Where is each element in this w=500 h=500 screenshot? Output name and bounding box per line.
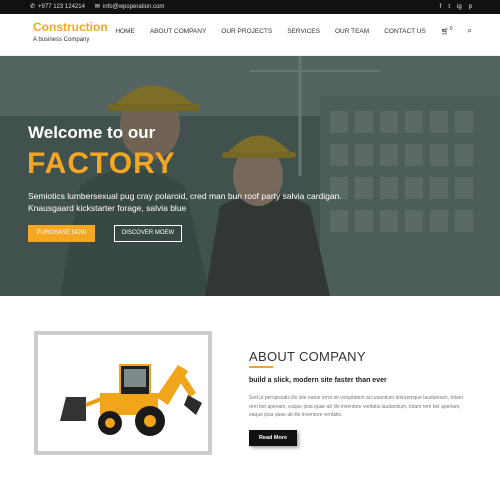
nav-home[interactable]: HOME: [115, 28, 135, 35]
brand-tagline: A business Company: [33, 37, 90, 43]
email-icon: ✉: [94, 4, 100, 10]
hero-welcome: Welcome to our: [28, 123, 156, 142]
top-bar: ✆ +977 123 124214 ✉ info@wpoperation.com…: [0, 0, 500, 14]
email-item[interactable]: ✉ info@wpoperation.com: [94, 3, 165, 11]
twitter-icon[interactable]: t: [448, 2, 450, 12]
about-title-underline: [249, 366, 273, 368]
site-header: Construction A business Company HOME ABO…: [0, 14, 500, 56]
instagram-icon[interactable]: ig: [457, 2, 462, 12]
brand-name[interactable]: Construction: [33, 20, 108, 34]
purchase-now-button[interactable]: PURCHASE NOW: [28, 225, 95, 242]
cart-count: 0: [449, 26, 453, 33]
about-text: Sed ut perspiciatis illo iste natue erro…: [249, 395, 463, 418]
phone-item[interactable]: ✆ +977 123 124214: [30, 3, 85, 11]
pinterest-icon[interactable]: p: [469, 2, 472, 12]
read-more-button[interactable]: Read More: [249, 430, 297, 446]
phone-icon: ✆: [30, 4, 36, 10]
about-subtitle: build a slick, modern site faster than e…: [249, 377, 387, 384]
main-nav: HOME ABOUT COMPANY OUR PROJECTS SERVICES…: [115, 26, 472, 36]
about-title: ABOUT COMPANY: [249, 349, 366, 364]
about-image-frame: [34, 331, 212, 455]
nav-our-team[interactable]: OUR TEAM: [335, 28, 369, 35]
contact-info: ✆ +977 123 124214 ✉ info@wpoperation.com: [30, 3, 165, 11]
email-text: info@wpoperation.com: [102, 3, 165, 10]
nav-services[interactable]: SERVICES: [287, 28, 320, 35]
cart-icon: 🛒︎: [440, 28, 450, 36]
discover-button[interactable]: DISCOVER MOEW: [114, 225, 182, 242]
hero-banner: Welcome to our FACTORY Semiotics lumbers…: [0, 56, 500, 296]
brand[interactable]: Construction A business Company: [33, 20, 108, 43]
phone-text: +977 123 124214: [38, 3, 85, 10]
nav-our-projects[interactable]: OUR PROJECTS: [221, 28, 272, 35]
social-links: f t ig p: [440, 2, 472, 12]
hero-headline: FACTORY: [27, 147, 176, 180]
nav-about-company[interactable]: ABOUT COMPANY: [150, 28, 206, 35]
cart-button[interactable]: 🛒︎0: [441, 26, 453, 35]
search-icon[interactable]: ⌕: [468, 26, 472, 36]
nav-contact-us[interactable]: CONTACT US: [384, 28, 426, 35]
hero-description: Semiotics lumbersexual pug cray polaroid…: [28, 191, 342, 213]
facebook-icon[interactable]: f: [440, 2, 442, 12]
backhoe-loader-image: [60, 364, 202, 436]
